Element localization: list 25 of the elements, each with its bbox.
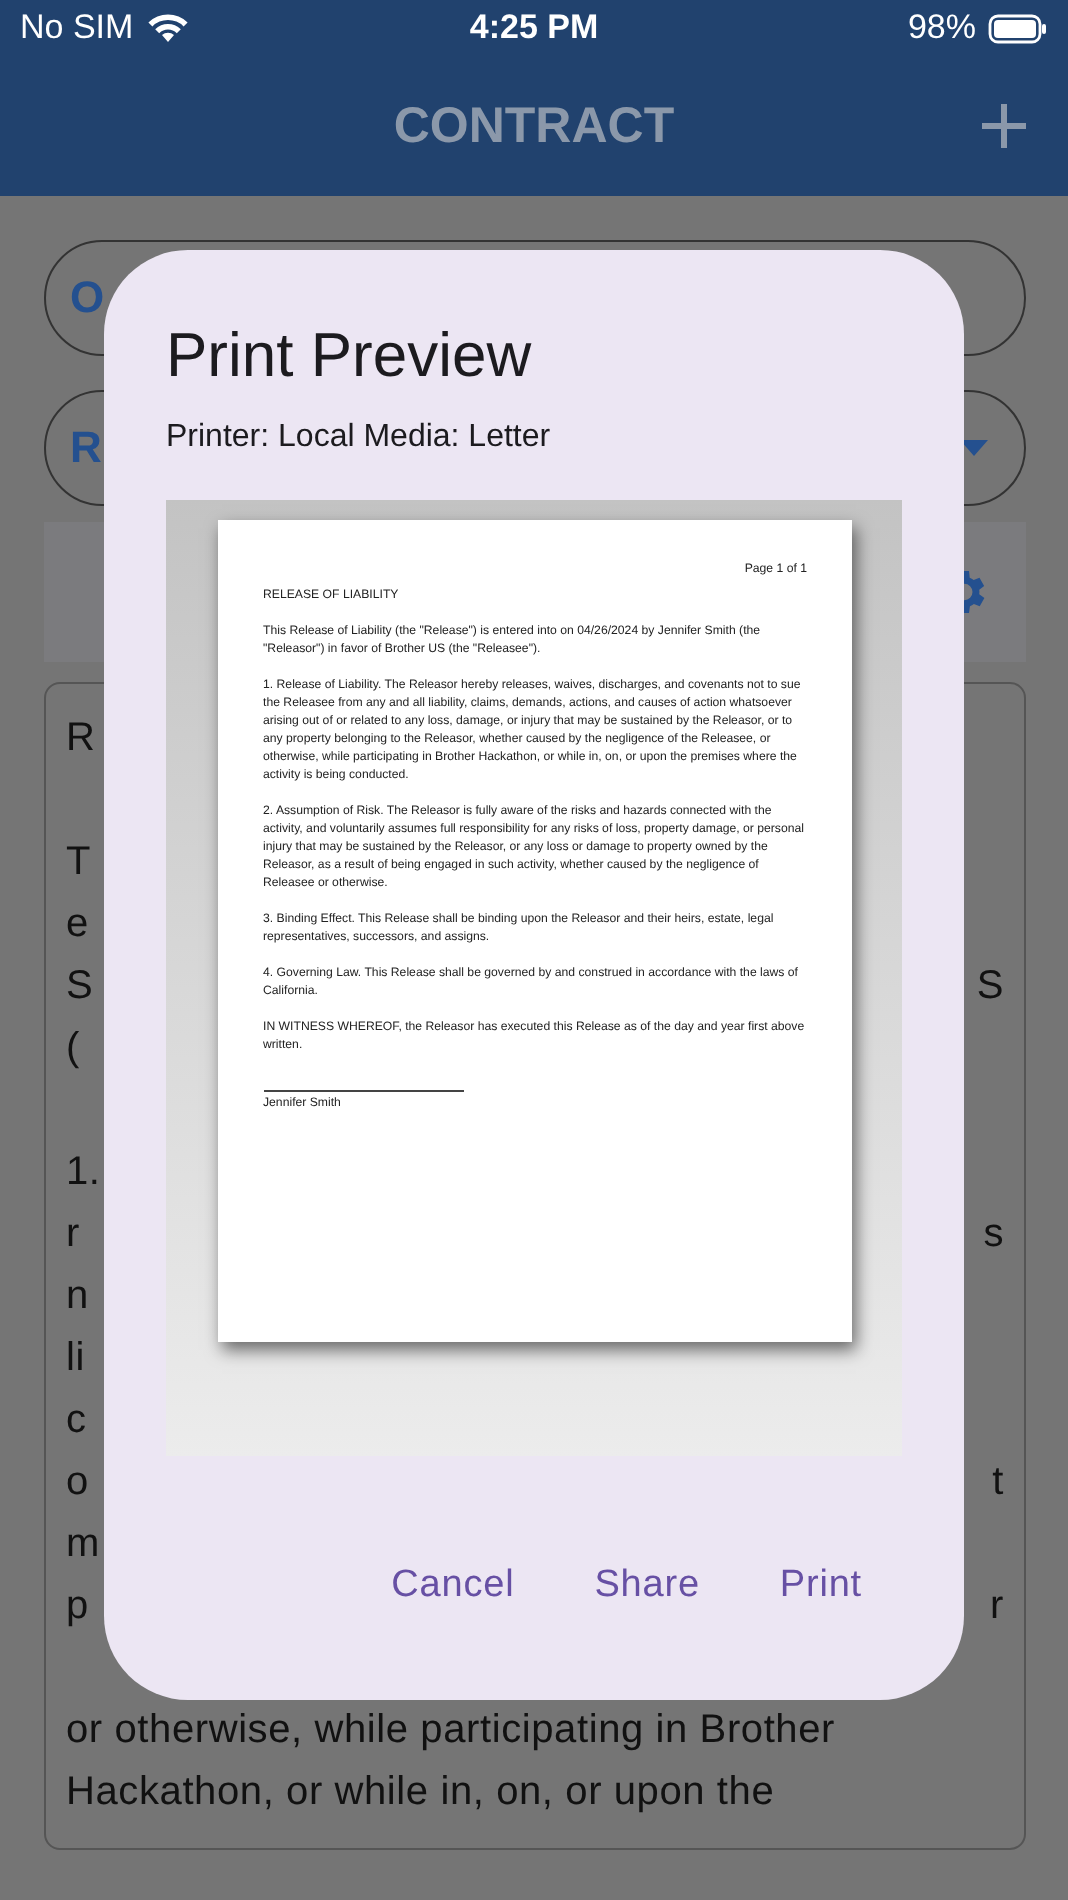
carrier-label: No SIM	[20, 8, 134, 48]
screen-title: CONTRACT	[393, 97, 675, 155]
contract-text-line: p	[66, 1584, 89, 1630]
time-label: 4:25 PM	[469, 8, 599, 48]
contract-text-line: or otherwise, while participating in Brother	[66, 1708, 835, 1754]
contract-text-line: S	[976, 964, 1004, 1010]
battery-label: 98%	[907, 8, 976, 48]
contract-text-line: t	[992, 1460, 1004, 1506]
contract-text-line: Hackathon, or while in, on, or upon the	[66, 1770, 775, 1816]
contract-text-line: S	[66, 964, 94, 1010]
contract-text-line: s	[983, 1212, 1004, 1258]
contract-text-line: m	[66, 1522, 100, 1568]
contract-text-line: r	[66, 1212, 80, 1258]
contract-text-line: T	[66, 840, 92, 886]
contract-text-line: li	[66, 1336, 85, 1382]
contract-text-line: 1.	[66, 1150, 101, 1196]
contract-text-line: n	[66, 1274, 89, 1320]
contract-text-line: e	[66, 902, 89, 948]
printer-info: Printer: Local Media: Letter	[166, 420, 553, 456]
dialog-title: Print Preview	[166, 318, 534, 394]
contract-text-line: c	[66, 1398, 87, 1444]
contract-text-line: R	[66, 716, 96, 762]
contract-text-line: o	[66, 1460, 89, 1506]
contract-text-line: r	[990, 1584, 1004, 1630]
contract-text-line: (	[66, 1026, 80, 1072]
